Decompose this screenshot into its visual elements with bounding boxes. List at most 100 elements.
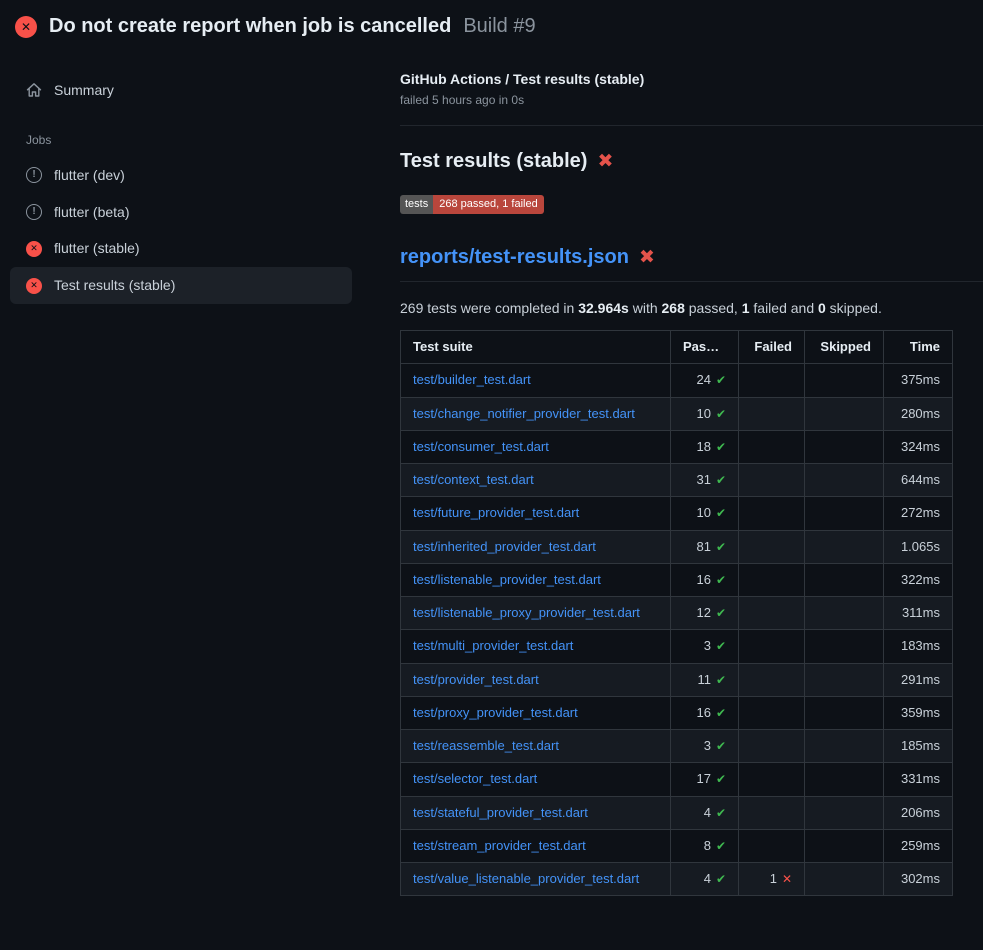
test-suite-link[interactable]: test/stateful_provider_test.dart — [413, 805, 588, 820]
suite-cell: test/future_provider_test.dart — [401, 497, 671, 530]
check-icon: ✔ — [716, 706, 726, 720]
passed-cell-value: 3 — [704, 638, 711, 653]
time-cell-value: 331ms — [901, 771, 940, 786]
column-header-failed: Failed — [739, 331, 805, 364]
suite-cell: test/reassemble_test.dart — [401, 730, 671, 763]
time-cell-value: 302ms — [901, 871, 940, 886]
test-suite-link[interactable]: test/change_notifier_provider_test.dart — [413, 406, 635, 421]
suite-cell: test/value_listenable_provider_test.dart — [401, 863, 671, 896]
table-row: test/provider_test.dart11✔291ms — [401, 663, 953, 696]
test-suite-link[interactable]: test/listenable_proxy_provider_test.dart — [413, 605, 640, 620]
test-suite-link[interactable]: test/inherited_provider_test.dart — [413, 539, 596, 554]
test-suite-link[interactable]: test/future_provider_test.dart — [413, 505, 579, 520]
cancelled-icon: ! — [26, 204, 42, 220]
passed-cell-value: 4 — [704, 805, 711, 820]
sidebar-item-flutter-stable[interactable]: ✕ flutter (stable) — [10, 230, 352, 267]
time-cell-value: 272ms — [901, 505, 940, 520]
table-row: test/value_listenable_provider_test.dart… — [401, 863, 953, 896]
skipped-cell — [805, 863, 884, 896]
table-row: test/reassemble_test.dart 3 ✔ 185ms — [401, 730, 953, 763]
summary-text: passed, — [685, 300, 742, 316]
table-row: test/listenable_proxy_provider_test.dart… — [401, 597, 953, 630]
test-suite-link[interactable]: test/consumer_test.dart — [413, 439, 549, 454]
passed-cell-value: 12 — [696, 605, 710, 620]
table-header-row: Test suite Passed Failed Skipped Time — [401, 331, 953, 364]
breadcrumb: GitHub Actions / Test results (stable) — [400, 71, 983, 87]
time-cell: 324ms — [884, 430, 953, 463]
passed-cell: 24✔ — [671, 364, 739, 397]
failed-cell — [739, 397, 805, 430]
report-file-link[interactable]: reports/test-results.json — [400, 246, 629, 269]
main-content: GitHub Actions / Test results (stable) f… — [370, 46, 983, 896]
jobs-heading: Jobs — [26, 133, 352, 147]
time-cell: 302ms — [884, 863, 953, 896]
skipped-cell — [805, 763, 884, 796]
sidebar-item-label: flutter (beta) — [54, 204, 129, 221]
table-row: test/stream_provider_test.dart8✔259ms — [401, 829, 953, 862]
column-header-passed: Passed — [671, 331, 739, 364]
summary-text: 269 tests were completed in — [400, 300, 578, 316]
time-cell: 644ms — [884, 464, 953, 497]
table-row: test/selector_test.dart17✔331ms — [401, 763, 953, 796]
summary-text: with — [629, 300, 662, 316]
skipped-cell — [805, 696, 884, 729]
time-cell: 375ms — [884, 364, 953, 397]
table-row: test/multi_provider_test.dart3✔183ms — [401, 630, 953, 663]
failed-cell-value: 1 — [770, 871, 777, 886]
failed-cell — [739, 696, 805, 729]
time-cell-value: 185ms — [901, 738, 940, 753]
sidebar-item-flutter-dev[interactable]: ! flutter (dev) — [10, 157, 352, 194]
test-suite-link[interactable]: test/value_listenable_provider_test.dart — [413, 871, 639, 886]
sidebar-item-test-results-stable[interactable]: ✕ Test results (stable) — [10, 267, 352, 304]
table-row: test/stateful_provider_test.dart4✔206ms — [401, 796, 953, 829]
passed-cell: 10✔ — [671, 497, 739, 530]
passed-cell: 10✔ — [671, 397, 739, 430]
test-suite-link[interactable]: test/multi_provider_test.dart — [413, 638, 573, 653]
test-suite-link[interactable]: test/context_test.dart — [413, 472, 534, 487]
test-suite-link[interactable]: test/proxy_provider_test.dart — [413, 705, 578, 720]
summary-text: skipped. — [826, 300, 882, 316]
passed-cell: 4✔ — [671, 863, 739, 896]
test-suite-link[interactable]: test/builder_test.dart — [413, 372, 531, 387]
passed-cell-value: 31 — [696, 472, 710, 487]
sidebar-item-summary[interactable]: Summary — [10, 72, 352, 109]
time-cell-value: 206ms — [901, 805, 940, 820]
table-row: test/consumer_test.dart 18✔ 324ms — [401, 430, 953, 463]
suite-cell: test/stream_provider_test.dart — [401, 829, 671, 862]
passed-cell-value: 8 — [704, 838, 711, 853]
time-cell-value: 324ms — [901, 439, 940, 454]
passed-cell-value: 81 — [696, 539, 710, 554]
check-icon: ✔ — [716, 540, 726, 554]
suite-cell: test/proxy_provider_test.dart — [401, 696, 671, 729]
skipped-cell — [805, 530, 884, 563]
divider — [400, 125, 983, 126]
table-row: test/builder_test.dart 24✔ 375ms — [401, 364, 953, 397]
test-suite-link[interactable]: test/selector_test.dart — [413, 771, 537, 786]
check-icon: ✔ — [716, 739, 726, 753]
sidebar-item-flutter-beta[interactable]: ! flutter (beta) — [10, 194, 352, 231]
failed-cell — [739, 730, 805, 763]
sidebar-item-label: flutter (stable) — [54, 240, 140, 257]
time-cell: 259ms — [884, 829, 953, 862]
time-cell-value: 259ms — [901, 838, 940, 853]
test-suite-link[interactable]: test/provider_test.dart — [413, 672, 539, 687]
time-cell-value: 280ms — [901, 406, 940, 421]
summary-text: 1 — [742, 300, 750, 316]
time-cell: 280ms — [884, 397, 953, 430]
time-cell: 272ms — [884, 497, 953, 530]
home-icon — [26, 82, 42, 98]
check-icon: ✔ — [716, 373, 726, 387]
tests-badge: tests 268 passed, 1 failed — [400, 195, 544, 214]
failed-cell — [739, 464, 805, 497]
run-meta: failed 5 hours ago in 0s — [400, 93, 983, 107]
test-suite-link[interactable]: test/listenable_provider_test.dart — [413, 572, 601, 587]
passed-cell: 18✔ — [671, 430, 739, 463]
test-suite-link[interactable]: test/reassemble_test.dart — [413, 738, 559, 753]
passed-cell: 81 ✔ — [671, 530, 739, 563]
summary-text: 0 — [818, 300, 826, 316]
build-header: ✕ Do not create report when job is cance… — [0, 0, 983, 46]
suite-cell: test/stateful_provider_test.dart — [401, 796, 671, 829]
passed-cell-value: 3 — [704, 738, 711, 753]
test-suite-link[interactable]: test/stream_provider_test.dart — [413, 838, 586, 853]
check-icon: ✔ — [716, 407, 726, 421]
